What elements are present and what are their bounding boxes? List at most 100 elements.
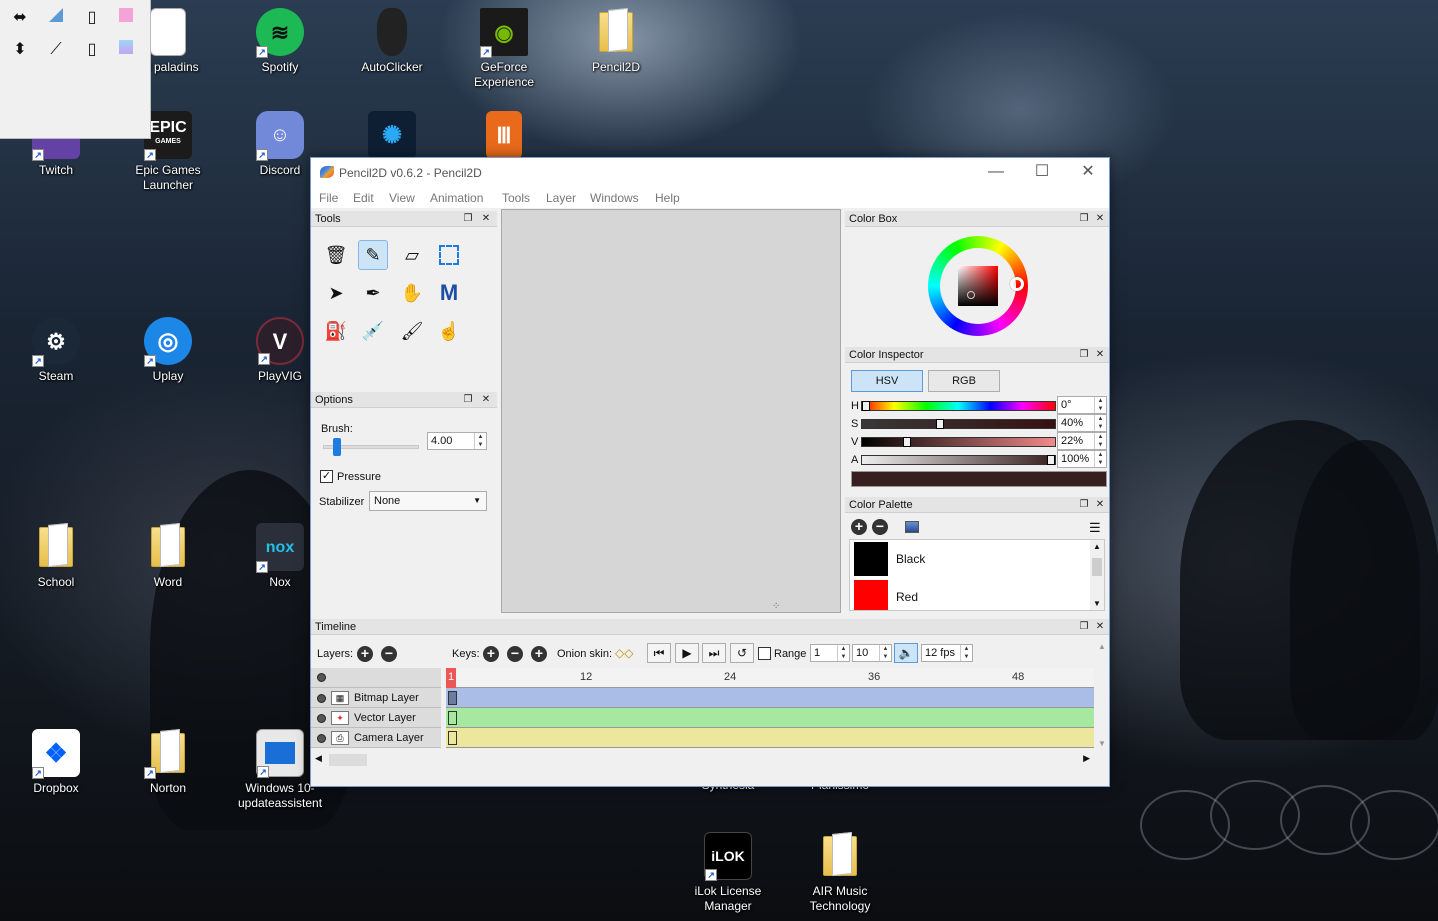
add-color-button[interactable]: + [851,519,867,535]
saturation-bar[interactable] [861,419,1056,429]
brush-tool-icon[interactable]: 🖌 [397,316,427,346]
bucket-tool-icon[interactable]: ⛽ [321,316,351,346]
swatch-view-icon[interactable] [905,521,919,533]
pressure-checkbox[interactable]: ✓ [320,470,333,483]
frame-ruler[interactable]: 1 12 24 36 48 [446,668,1094,688]
diagonal-triangle-icon[interactable] [46,8,66,28]
tab-rgb[interactable]: RGB [928,370,1000,392]
panel-icon[interactable]: ▯ [82,8,102,28]
saturation-input[interactable]: 40% ▲ ▼ [1057,414,1107,432]
layer-row-camera[interactable]: ⎙ Camera Layer [311,728,441,748]
layers-horizontal-scrollbar[interactable]: ◀ [313,752,443,768]
desktop-icon-autoclicker[interactable]: AutoClicker [342,8,442,75]
scroll-up-icon[interactable]: ▲ [1093,542,1101,551]
menu-layer[interactable]: Layer [546,191,576,205]
scroll-down-icon[interactable]: ▼ [1093,599,1101,608]
visibility-dot-icon[interactable] [317,734,326,743]
prev-frame-button[interactable]: ⏮ [647,643,671,663]
color-wheel[interactable] [928,236,1028,336]
duplicate-key-button[interactable]: + [531,646,547,662]
scroll-thumb[interactable] [1092,558,1102,576]
spin-arrows-icon[interactable]: ▲ ▼ [960,645,972,661]
scroll-left-icon[interactable]: ◀ [315,753,322,764]
menu-windows[interactable]: Windows [590,191,639,205]
range-checkbox[interactable] [758,647,771,660]
scroll-right-icon[interactable]: ▶ [1083,753,1090,764]
remove-layer-button[interactable]: − [381,646,397,662]
spin-arrows-icon[interactable]: ▲ ▼ [1094,433,1106,449]
spin-arrows-icon[interactable]: ▲ ▼ [474,433,486,449]
sv-selector[interactable] [967,291,975,299]
close-icon[interactable]: ✕ [479,392,493,408]
remove-key-button[interactable]: − [507,646,523,662]
next-frame-button[interactable]: ⏭ [702,643,726,663]
tab-hsv[interactable]: HSV [851,370,923,392]
alpha-bar[interactable] [861,455,1056,465]
maximize-button[interactable]: ☐ [1019,158,1065,188]
brush-size-input[interactable]: 4.00 ▲ ▼ [427,432,487,450]
hue-bar[interactable] [861,401,1056,411]
spin-arrows-icon[interactable]: ▲ ▼ [1094,415,1106,431]
desktop-icon-battlenet[interactable]: ✺ [342,111,442,163]
play-button[interactable]: ▶ [675,643,699,663]
alpha-input[interactable]: 100% ▲ ▼ [1057,450,1107,468]
visibility-dot-icon[interactable] [317,673,326,682]
float-icon[interactable]: ❐ [1077,619,1091,635]
keyframe[interactable] [448,691,457,705]
range-end-input[interactable]: 10 ▲ ▼ [852,644,892,662]
spin-arrows-icon[interactable]: ▲ ▼ [1094,397,1106,413]
smudge-tool-icon[interactable]: ☝ [434,316,464,346]
scroll-thumb[interactable] [329,754,367,766]
desktop-icon-dropbox[interactable]: ❖ ↗ Dropbox [6,729,106,796]
layer-row-bitmap[interactable]: ▦ Bitmap Layer [311,688,441,708]
close-icon[interactable]: ✕ [479,211,493,227]
sound-button[interactable]: 🔈 [894,643,918,663]
horizontal-resize-icon[interactable]: ⬌ [10,8,30,28]
close-icon[interactable]: ✕ [1093,619,1107,635]
palette-menu-icon[interactable]: ☰ [1089,520,1101,536]
visibility-dot-icon[interactable] [317,714,326,723]
pencil-tool-icon[interactable]: ✎ [358,240,388,270]
scroll-up-icon[interactable]: ▲ [1098,642,1106,651]
value-input[interactable]: 22% ▲ ▼ [1057,432,1107,450]
menu-view[interactable]: View [389,191,415,205]
float-icon[interactable]: ❐ [1077,347,1091,363]
brush-slider-handle[interactable] [333,438,341,456]
stabilizer-select[interactable]: None ▼ [369,491,487,511]
fps-input[interactable]: 12 fps ▲ ▼ [921,644,973,662]
polyline-tool-icon[interactable]: M [434,278,464,308]
menu-file[interactable]: File [319,191,338,205]
float-icon[interactable]: ❐ [461,211,475,227]
remove-color-button[interactable]: − [872,519,888,535]
palette-scrollbar[interactable]: ▲ ▼ [1090,540,1104,610]
hue-bar-marker[interactable] [862,401,870,411]
keyframe[interactable] [448,731,457,745]
eyedropper-tool-icon[interactable]: 💉 [358,316,388,346]
panel-icon[interactable]: ▯ [82,40,102,60]
range-start-input[interactable]: 1 ▲ ▼ [810,644,850,662]
pen-tool-icon[interactable]: ✒ [358,278,388,308]
diagonal-line-icon[interactable]: ⟋ [46,40,66,60]
spin-arrows-icon[interactable]: ▲ ▼ [879,645,891,661]
vertical-resize-icon[interactable]: ⬍ [10,40,30,60]
select-tool-icon[interactable] [434,240,464,270]
float-icon[interactable]: ❐ [1077,497,1091,513]
menu-edit[interactable]: Edit [353,191,374,205]
desktop-icon-school[interactable]: School [6,523,106,590]
track-vector[interactable] [446,708,1094,728]
spin-arrows-icon[interactable]: ▲ ▼ [1094,451,1106,467]
close-icon[interactable]: ✕ [1093,211,1107,227]
desktop-icon-air-music[interactable]: AIR Music Technology [790,832,890,914]
desktop-icon-uplay[interactable]: ◎ ↗ Uplay [118,317,218,384]
timeline-horizontal-scrollbar[interactable]: ▶ [446,752,1094,768]
close-icon[interactable]: ✕ [1093,347,1107,363]
desktop-icon-word[interactable]: Word [118,523,218,590]
track-camera[interactable] [446,728,1094,748]
eraser-tool-icon[interactable]: ▱ [397,240,427,270]
alpha-bar-marker[interactable] [1047,455,1055,465]
pink-swatch-icon[interactable] [116,8,136,28]
close-button[interactable]: ✕ [1065,158,1111,188]
desktop-icon-pencil2d[interactable]: Pencil2D [566,8,666,75]
drawing-canvas[interactable]: ⁘ [501,209,841,613]
minimize-button[interactable]: — [973,158,1019,188]
